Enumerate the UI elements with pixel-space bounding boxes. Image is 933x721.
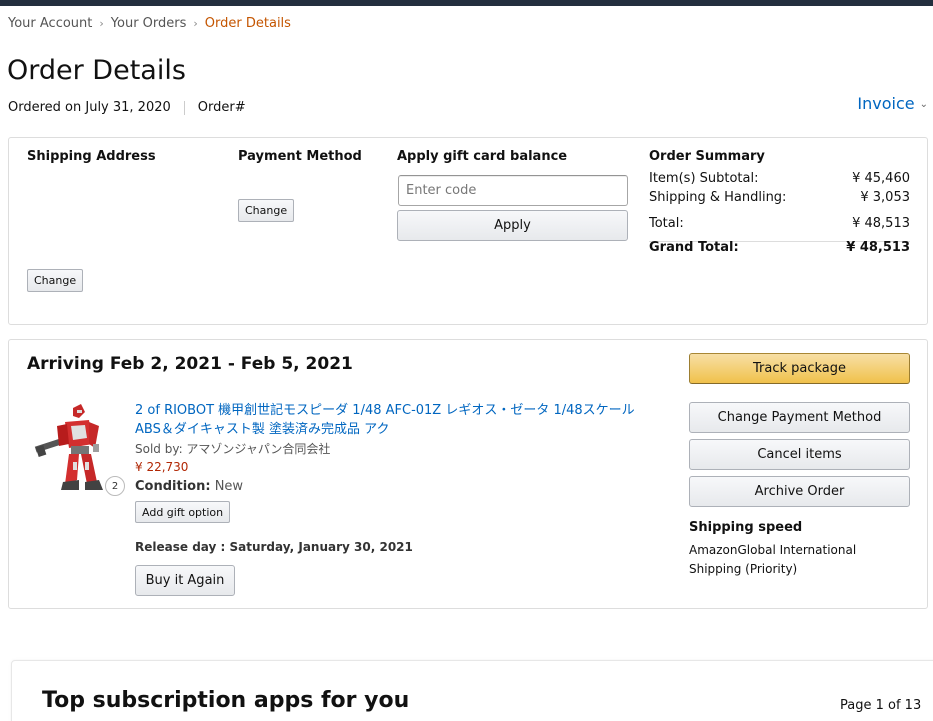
summary-row-shipping: Shipping & Handling: ¥ 3,053 xyxy=(649,190,910,205)
product-title-link[interactable]: 2 of RIOBOT 機甲創世記モスピーダ 1/48 AFC-01Z レギオス… xyxy=(135,401,655,439)
invoice-label: Invoice xyxy=(857,94,915,113)
condition-value: New xyxy=(214,479,244,494)
page-indicator: Page 1 of 13 xyxy=(840,698,922,713)
add-gift-option-button[interactable]: Add gift option xyxy=(135,501,231,523)
change-address-button[interactable]: Change xyxy=(27,269,84,292)
summary-row-grand-total: Grand Total: ¥ 48,513 xyxy=(649,240,910,255)
arriving-date-heading: Arriving Feb 2, 2021 - Feb 5, 2021 xyxy=(27,354,353,374)
shipping-speed-label: Shipping speed xyxy=(689,520,803,535)
robot-figure-icon xyxy=(34,404,103,490)
ordered-on-date: Ordered on July 31, 2020 xyxy=(8,100,171,115)
breadcrumb-order-details: Order Details xyxy=(204,16,291,31)
summary-label: Total: xyxy=(649,216,684,231)
top-nav-bar xyxy=(0,0,933,6)
product-image[interactable] xyxy=(33,400,115,496)
summary-row-total: Total: ¥ 48,513 xyxy=(649,216,910,231)
summary-value: ¥ 48,513 xyxy=(846,240,910,255)
track-package-button[interactable]: Track package xyxy=(689,353,910,384)
chevron-down-icon: ⌄ xyxy=(919,99,928,110)
condition-label: Condition: xyxy=(135,479,211,494)
meta-divider xyxy=(183,100,185,115)
payment-method-label: Payment Method xyxy=(238,149,362,164)
gift-card-label: Apply gift card balance xyxy=(397,149,568,164)
sold-by-text: Sold by: アマゾンジャパン合同会社 xyxy=(135,442,331,456)
change-payment-method-button[interactable]: Change Payment Method xyxy=(689,402,910,433)
order-meta: Ordered on July 31, 2020 Order# xyxy=(8,100,246,115)
recommendations-title: Top subscription apps for you xyxy=(42,688,410,713)
archive-order-button[interactable]: Archive Order xyxy=(689,476,910,507)
summary-value: ¥ 45,460 xyxy=(852,171,910,186)
apply-gift-card-button[interactable]: Apply xyxy=(397,210,628,241)
page-title: Order Details xyxy=(7,55,186,86)
chevron-right-icon: › xyxy=(193,17,198,30)
shipping-speed-value: AmazonGlobal International Shipping (Pri… xyxy=(689,543,857,576)
summary-label: Shipping & Handling: xyxy=(649,190,787,205)
breadcrumb-your-account[interactable]: Your Account xyxy=(8,16,92,31)
product-condition: Condition: New xyxy=(135,479,243,494)
order-number-label: Order# xyxy=(197,100,246,115)
change-payment-button[interactable]: Change xyxy=(238,199,295,222)
order-summary-title: Order Summary xyxy=(649,149,765,164)
order-info-box: Shipping Address Change Payment Method C… xyxy=(8,137,928,325)
summary-label: Item(s) Subtotal: xyxy=(649,171,759,186)
release-day-text: Release day : Saturday, January 30, 2021 xyxy=(135,540,413,554)
product-price: ¥ 22,730 xyxy=(135,460,189,474)
summary-value: ¥ 3,053 xyxy=(860,190,910,205)
summary-value: ¥ 48,513 xyxy=(852,216,910,231)
cancel-items-button[interactable]: Cancel items xyxy=(689,439,910,470)
shipment-box: Arriving Feb 2, 2021 - Feb 5, 2021 2 2 o… xyxy=(8,339,928,609)
shipping-address-label: Shipping Address xyxy=(27,149,156,164)
buy-it-again-button[interactable]: Buy it Again xyxy=(135,565,235,596)
recommendations-panel: Top subscription apps for you Page 1 of … xyxy=(11,660,933,721)
gift-card-code-input[interactable] xyxy=(398,175,628,206)
chevron-right-icon: › xyxy=(99,17,104,30)
summary-label: Grand Total: xyxy=(649,240,739,255)
breadcrumb: Your Account › Your Orders › Order Details xyxy=(8,16,291,31)
invoice-dropdown[interactable]: Invoice ⌄ xyxy=(857,94,928,113)
quantity-badge: 2 xyxy=(105,476,125,496)
breadcrumb-your-orders[interactable]: Your Orders xyxy=(111,16,187,31)
summary-row-subtotal: Item(s) Subtotal: ¥ 45,460 xyxy=(649,171,910,186)
